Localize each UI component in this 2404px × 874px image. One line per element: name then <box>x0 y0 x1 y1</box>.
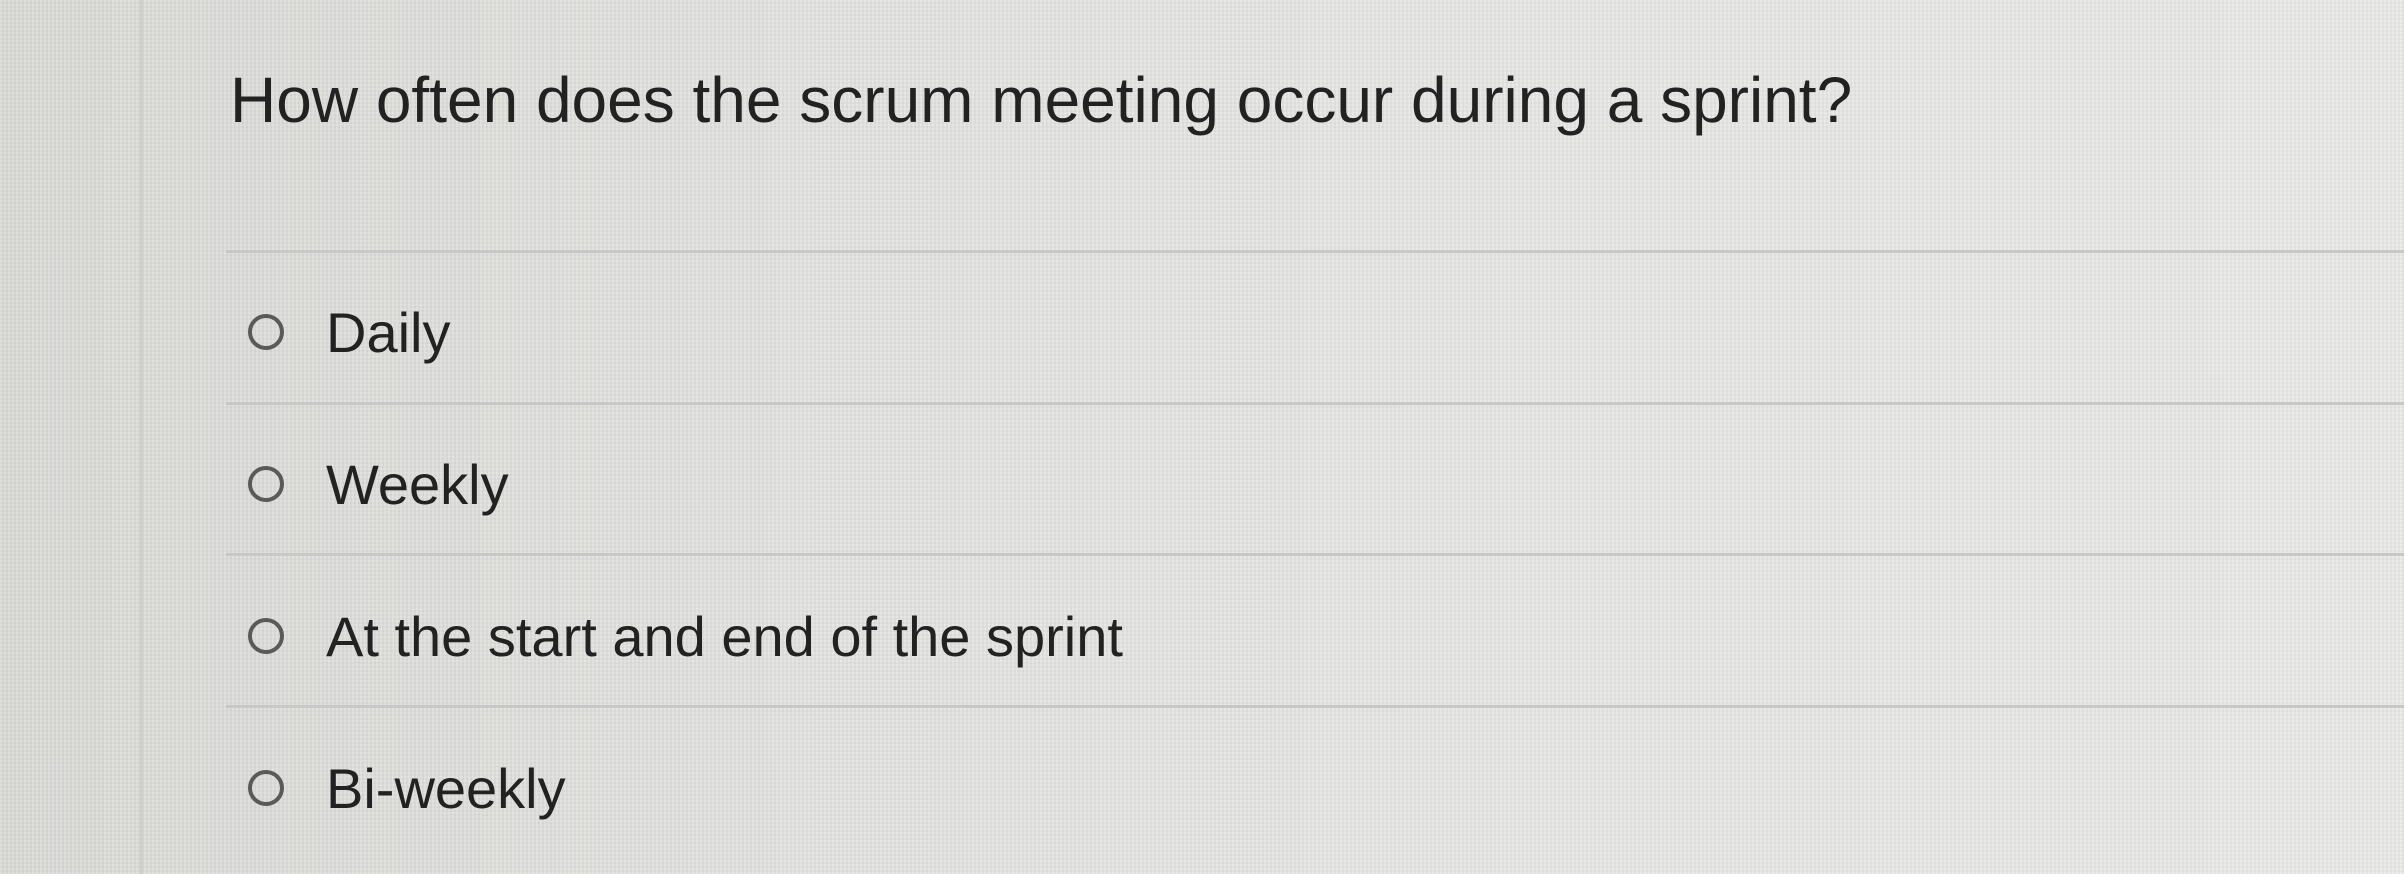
radio-button-weekly[interactable] <box>248 466 284 502</box>
option-bi-weekly[interactable]: Bi-weekly <box>248 748 566 828</box>
divider-3 <box>226 705 2404 708</box>
option-daily[interactable]: Daily <box>248 292 450 372</box>
divider-1 <box>226 402 2404 405</box>
option-weekly[interactable]: Weekly <box>248 444 509 524</box>
option-label-start-end: At the start and end of the sprint <box>326 604 1123 668</box>
panel-left-border <box>140 0 143 874</box>
quiz-screen: How often does the scrum meeting occur d… <box>0 0 2404 874</box>
option-start-end[interactable]: At the start and end of the sprint <box>248 596 1123 676</box>
radio-button-start-end[interactable] <box>248 618 284 654</box>
option-label-weekly: Weekly <box>326 452 509 516</box>
divider-2 <box>226 553 2404 556</box>
radio-button-daily[interactable] <box>248 314 284 350</box>
option-label-daily: Daily <box>326 300 451 364</box>
question-text: How often does the scrum meeting occur d… <box>230 64 1853 136</box>
divider-top <box>226 250 2404 253</box>
option-label-bi-weekly: Bi-weekly <box>326 756 566 820</box>
radio-button-bi-weekly[interactable] <box>248 770 284 806</box>
